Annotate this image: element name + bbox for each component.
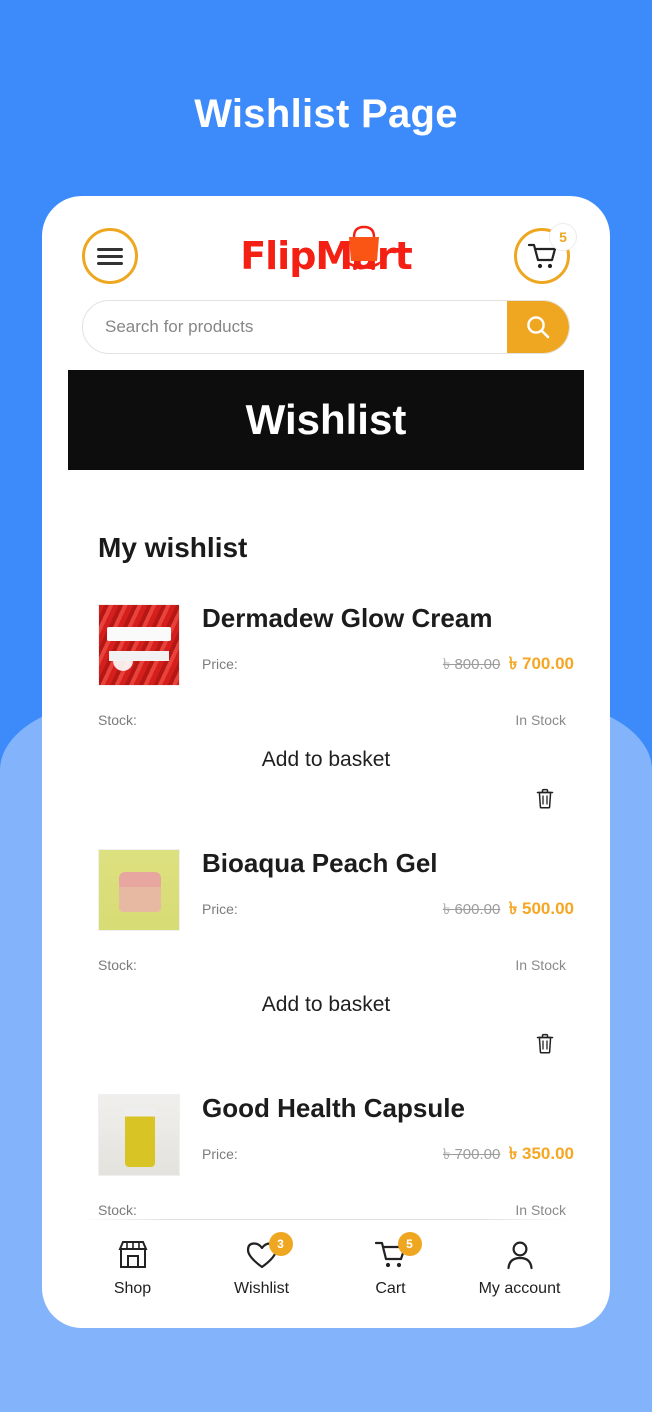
page-banner: Wishlist xyxy=(68,370,584,470)
menu-button[interactable] xyxy=(82,228,138,284)
search-button[interactable] xyxy=(507,301,569,353)
brand-logo: FlipMart xyxy=(240,225,413,278)
product-thumbnail[interactable] xyxy=(98,849,180,931)
price-label: Price: xyxy=(202,900,238,917)
stock-status: In Stock xyxy=(515,957,566,973)
remove-item-button[interactable] xyxy=(536,788,554,809)
search-bar xyxy=(42,284,610,354)
phone-mockup: FlipMart 5 Search for products Wishlist … xyxy=(42,196,610,1328)
old-price: ৳ 700.00 xyxy=(442,1145,501,1163)
hamburger-icon xyxy=(97,244,123,269)
content-divider xyxy=(80,1219,572,1220)
section-title: My wishlist xyxy=(98,532,248,563)
trash-icon xyxy=(536,1033,554,1054)
search-input[interactable] xyxy=(83,301,507,353)
stock-label: Stock: xyxy=(98,957,137,973)
nav-item-cart[interactable]: 5 Cart xyxy=(326,1232,455,1298)
product-thumbnail[interactable] xyxy=(98,604,180,686)
product-thumbnail[interactable] xyxy=(98,1094,180,1176)
price-label: Price: xyxy=(202,1145,238,1162)
nav-label: My account xyxy=(478,1280,561,1297)
trash-icon xyxy=(536,788,554,809)
product-name[interactable]: Bioaqua Peach Gel xyxy=(202,849,574,878)
stock-status: In Stock xyxy=(515,712,566,728)
list-item: Good Health Capsule Price: ৳ 700.00 ৳ 35… xyxy=(72,1094,580,1218)
add-to-basket-button[interactable]: Add to basket xyxy=(262,993,390,1017)
nav-label: Shop xyxy=(113,1280,152,1297)
app-header: FlipMart 5 xyxy=(42,196,610,284)
shopping-bag-icon xyxy=(347,225,382,270)
new-price: ৳ 700.00 xyxy=(508,653,574,673)
banner-title: Wishlist xyxy=(245,396,407,443)
cart-button[interactable]: 5 xyxy=(513,223,577,284)
nav-item-my-account[interactable]: My account xyxy=(455,1236,584,1298)
bottom-navigation: Shop 3 Wishlist 5 Cart My account xyxy=(42,1220,610,1328)
product-name[interactable]: Good Health Capsule xyxy=(202,1094,574,1123)
wishlist-content: My wishlist Dermadew Glow Cream Price: ৳… xyxy=(42,470,610,1220)
old-price: ৳ 800.00 xyxy=(442,655,501,673)
new-price: ৳ 350.00 xyxy=(508,1143,574,1163)
stock-status: In Stock xyxy=(515,1202,566,1218)
nav-badge-cart: 5 xyxy=(397,1232,422,1256)
stock-label: Stock: xyxy=(98,712,137,728)
nav-label: Wishlist xyxy=(233,1280,290,1297)
list-item: Dermadew Glow Cream Price: ৳ 800.00 ৳ 70… xyxy=(72,604,580,809)
product-name[interactable]: Dermadew Glow Cream xyxy=(202,604,574,633)
new-price: ৳ 500.00 xyxy=(508,898,574,918)
person-icon xyxy=(506,1241,533,1270)
stock-label: Stock: xyxy=(98,1202,137,1218)
list-item: Bioaqua Peach Gel Price: ৳ 600.00 ৳ 500.… xyxy=(72,849,580,1054)
nav-item-wishlist[interactable]: 3 Wishlist xyxy=(197,1232,326,1298)
nav-label: Cart xyxy=(375,1280,406,1297)
nav-badge-wishlist: 3 xyxy=(268,1232,293,1256)
store-icon xyxy=(117,1241,148,1268)
nav-item-shop[interactable]: Shop xyxy=(68,1236,197,1298)
remove-item-button[interactable] xyxy=(536,1033,554,1054)
brand-logo-text: FlipMart xyxy=(240,234,413,278)
add-to-basket-button[interactable]: Add to basket xyxy=(262,748,390,772)
search-icon xyxy=(527,316,550,339)
price-label: Price: xyxy=(202,655,238,672)
page-title: Wishlist Page xyxy=(194,92,458,136)
cart-badge: 5 xyxy=(548,223,577,251)
old-price: ৳ 600.00 xyxy=(442,900,501,918)
